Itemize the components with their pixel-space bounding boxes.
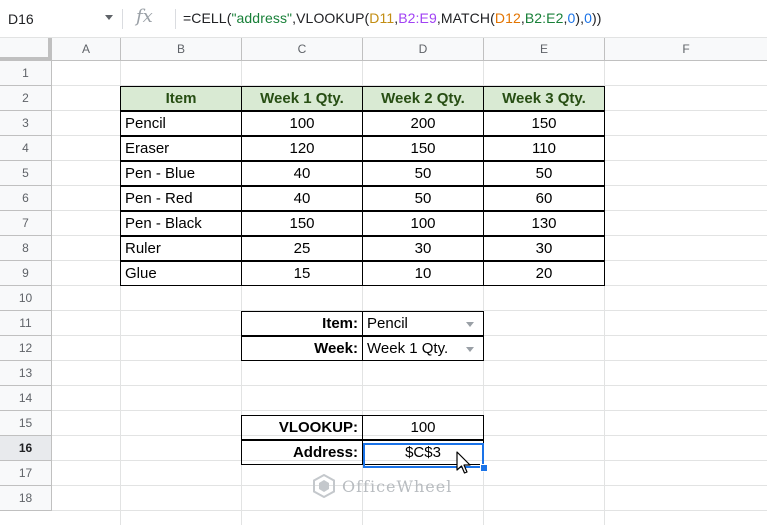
table-cell[interactable]: 110 xyxy=(483,136,605,161)
table-cell[interactable]: Pencil xyxy=(120,111,242,136)
name-box-value: D16 xyxy=(8,11,34,27)
table-cell[interactable]: 40 xyxy=(241,161,363,186)
column-header-e[interactable]: E xyxy=(484,38,605,60)
vlookup-label-cell[interactable]: VLOOKUP: xyxy=(241,415,363,440)
row-header-3[interactable]: 3 xyxy=(0,111,52,136)
row-header-7[interactable]: 7 xyxy=(0,211,52,236)
table-cell[interactable]: 130 xyxy=(483,211,605,236)
officewheel-logo-icon xyxy=(313,474,335,498)
column-headers: A B C D E F xyxy=(52,38,767,61)
table-cell[interactable]: 20 xyxy=(483,261,605,286)
table-cell[interactable]: 100 xyxy=(241,111,363,136)
table-cell[interactable]: 50 xyxy=(362,161,484,186)
cell-grid[interactable]: Item Week 1 Qty. Week 2 Qty. Week 3 Qty.… xyxy=(52,61,767,525)
row-header-11[interactable]: 11 xyxy=(0,311,52,336)
table-cell[interactable]: 40 xyxy=(241,186,363,211)
table-cell[interactable]: Ruler xyxy=(120,236,242,261)
formula-bar: D16 fx =CELL("address",VLOOKUP(D11,B2:E9… xyxy=(0,0,767,38)
table-cell[interactable]: Eraser xyxy=(120,136,242,161)
table-cell[interactable]: 200 xyxy=(362,111,484,136)
row-header-14[interactable]: 14 xyxy=(0,386,52,411)
row-header-18[interactable]: 18 xyxy=(0,486,52,511)
item-label-cell[interactable]: Item: xyxy=(241,311,363,336)
fill-handle[interactable] xyxy=(480,464,488,472)
dropdown-arrow-icon[interactable] xyxy=(466,347,474,352)
row-header-5[interactable]: 5 xyxy=(0,161,52,186)
header-cell-week2[interactable]: Week 2 Qty. xyxy=(362,86,484,111)
week-dropdown-value: Week 1 Qty. xyxy=(367,340,449,357)
header-cell-week1[interactable]: Week 1 Qty. xyxy=(241,86,363,111)
row-header-12[interactable]: 12 xyxy=(0,336,52,361)
table-cell[interactable]: Pen - Red xyxy=(120,186,242,211)
row-header-2[interactable]: 2 xyxy=(0,86,52,111)
select-all-corner[interactable] xyxy=(0,38,52,61)
gridline xyxy=(52,410,767,411)
row-header-16[interactable]: 16 xyxy=(0,436,52,461)
table-cell[interactable]: 50 xyxy=(483,161,605,186)
week-label-cell[interactable]: Week: xyxy=(241,336,363,361)
divider xyxy=(175,9,176,29)
week-dropdown[interactable]: Week 1 Qty. xyxy=(362,336,484,361)
name-box[interactable]: D16 xyxy=(0,0,122,38)
table-cell[interactable]: 60 xyxy=(483,186,605,211)
formula-token: ,VLOOKUP( xyxy=(292,10,370,26)
column-header-f[interactable]: F xyxy=(605,38,767,60)
vlookup-result-cell[interactable]: 100 xyxy=(362,415,484,440)
fx-icon: fx xyxy=(136,6,153,27)
table-cell[interactable]: 30 xyxy=(483,236,605,261)
table-cell[interactable]: 100 xyxy=(362,211,484,236)
watermark-text: OfficeWheel xyxy=(342,476,453,496)
gridline xyxy=(52,510,767,511)
formula-token: 0 xyxy=(584,10,593,26)
table-cell[interactable]: Pen - Blue xyxy=(120,161,242,186)
table-cell[interactable]: Glue xyxy=(120,261,242,286)
header-cell-week3[interactable]: Week 3 Qty. xyxy=(483,86,605,111)
table-cell[interactable]: 25 xyxy=(241,236,363,261)
row-header-17[interactable]: 17 xyxy=(0,461,52,486)
row-header-10[interactable]: 10 xyxy=(0,286,52,311)
formula-token: D12 xyxy=(494,10,521,26)
row-header-4[interactable]: 4 xyxy=(0,136,52,161)
table-cell[interactable]: 10 xyxy=(362,261,484,286)
table-cell[interactable]: 120 xyxy=(241,136,363,161)
table-cell[interactable]: Pen - Black xyxy=(120,211,242,236)
item-dropdown[interactable]: Pencil xyxy=(362,311,484,336)
chevron-down-icon[interactable] xyxy=(105,15,113,20)
formula-input[interactable]: =CELL("address",VLOOKUP(D11,B2:E9,MATCH(… xyxy=(183,10,602,26)
formula-token: B2:E2 xyxy=(524,10,564,26)
formula-token: ,MATCH( xyxy=(436,10,495,26)
column-header-d[interactable]: D xyxy=(363,38,484,60)
row-header-13[interactable]: 13 xyxy=(0,361,52,386)
formula-token: )) xyxy=(592,10,602,26)
column-header-a[interactable]: A xyxy=(52,38,121,60)
table-cell[interactable]: 50 xyxy=(362,186,484,211)
table-cell[interactable]: 150 xyxy=(241,211,363,236)
dropdown-arrow-icon[interactable] xyxy=(466,322,474,327)
formula-token: D11 xyxy=(369,10,395,26)
watermark: OfficeWheel xyxy=(312,474,452,498)
header-cell-item[interactable]: Item xyxy=(120,86,242,111)
mouse-cursor-icon xyxy=(456,451,471,474)
table-cell[interactable]: 150 xyxy=(483,111,605,136)
address-label-cell[interactable]: Address: xyxy=(241,440,363,465)
row-header-15[interactable]: 15 xyxy=(0,411,52,436)
item-dropdown-value: Pencil xyxy=(367,315,408,332)
column-header-c[interactable]: C xyxy=(242,38,363,60)
column-header-b[interactable]: B xyxy=(121,38,242,60)
divider xyxy=(122,9,123,29)
row-header-9[interactable]: 9 xyxy=(0,261,52,286)
formula-token: ), xyxy=(575,10,585,26)
formula-token: B2:E9 xyxy=(398,10,437,26)
table-cell[interactable]: 15 xyxy=(241,261,363,286)
gridline xyxy=(52,385,767,386)
table-cell[interactable]: 30 xyxy=(362,236,484,261)
row-header-8[interactable]: 8 xyxy=(0,236,52,261)
row-header-6[interactable]: 6 xyxy=(0,186,52,211)
table-cell[interactable]: 150 xyxy=(362,136,484,161)
formula-token: "address" xyxy=(231,10,293,26)
formula-token: =CELL( xyxy=(183,10,232,26)
row-header-1[interactable]: 1 xyxy=(0,61,52,86)
